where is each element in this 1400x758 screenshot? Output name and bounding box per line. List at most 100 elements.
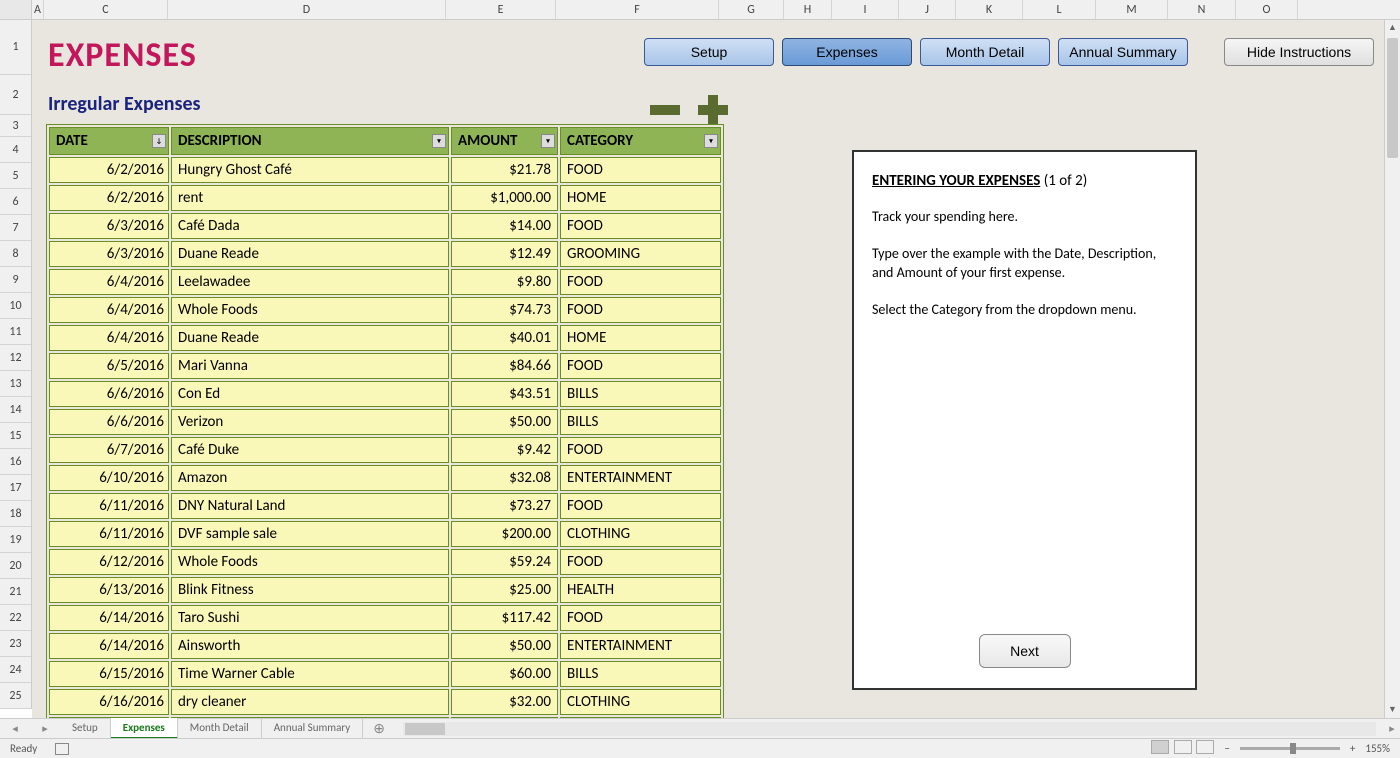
setup-button[interactable]: Setup: [644, 38, 774, 66]
cell-cat[interactable]: FOOD: [560, 605, 721, 631]
cell-cat[interactable]: BILLS: [560, 409, 721, 435]
cell-desc[interactable]: Blink Fitness: [171, 577, 449, 603]
cell-amt[interactable]: $40.01: [451, 325, 558, 351]
page-break-view-icon[interactable]: [1196, 740, 1214, 754]
row-header-8[interactable]: 8: [0, 241, 31, 267]
cell-amt[interactable]: $43.51: [451, 381, 558, 407]
cell-cat[interactable]: CLOTHING: [560, 689, 721, 715]
row-header-5[interactable]: 5: [0, 163, 31, 189]
cell-cat[interactable]: GROOMING: [560, 241, 721, 267]
row-header-23[interactable]: 23: [0, 631, 31, 657]
zoom-out-icon[interactable]: −: [1224, 742, 1229, 755]
column-header-N[interactable]: N: [1168, 0, 1236, 19]
cell-date[interactable]: 6/10/2016: [49, 465, 169, 491]
cell-desc[interactable]: Whole Foods: [171, 549, 449, 575]
sheet-tab-expenses[interactable]: Expenses: [111, 718, 178, 739]
cell-amt[interactable]: $60.00: [451, 661, 558, 687]
zoom-in-icon[interactable]: +: [1350, 742, 1355, 755]
cell-amt[interactable]: $73.27: [451, 493, 558, 519]
sheet-tab-month-detail[interactable]: Month Detail: [178, 718, 262, 739]
row-header-12[interactable]: 12: [0, 345, 31, 371]
header-amount[interactable]: AMOUNT▾: [451, 127, 558, 155]
cell-amt[interactable]: $59.24: [451, 549, 558, 575]
cell-date[interactable]: 6/6/2016: [49, 409, 169, 435]
cell-date[interactable]: 6/4/2016: [49, 325, 169, 351]
next-button[interactable]: Next: [979, 634, 1071, 668]
cell-amt[interactable]: $12.49: [451, 241, 558, 267]
row-header-11[interactable]: 11: [0, 319, 31, 345]
cell-date[interactable]: 6/15/2016: [49, 661, 169, 687]
cell-cat[interactable]: BILLS: [560, 661, 721, 687]
row-header-20[interactable]: 20: [0, 553, 31, 579]
cell-desc[interactable]: Café Dada: [171, 213, 449, 239]
cell-desc[interactable]: Verizon: [171, 409, 449, 435]
cell-cat[interactable]: FOOD: [560, 353, 721, 379]
horizontal-scrollbar[interactable]: [403, 722, 1376, 736]
cell-desc[interactable]: Amazon: [171, 465, 449, 491]
row-header-22[interactable]: 22: [0, 605, 31, 631]
cell-cat[interactable]: CLOTHING: [560, 521, 721, 547]
cell-desc[interactable]: Café Duke: [171, 437, 449, 463]
cell-amt[interactable]: $1,000.00: [451, 185, 558, 211]
cell-desc[interactable]: dry cleaner: [171, 689, 449, 715]
cell-desc[interactable]: Mari Vanna: [171, 353, 449, 379]
cell-cat[interactable]: FOOD: [560, 157, 721, 183]
cell-date[interactable]: 6/13/2016: [49, 577, 169, 603]
cell-amt[interactable]: $50.00: [451, 633, 558, 659]
cell-amt[interactable]: $32.00: [451, 689, 558, 715]
row-header-24[interactable]: 24: [0, 657, 31, 683]
cell-amt[interactable]: $14.00: [451, 213, 558, 239]
column-header-K[interactable]: K: [956, 0, 1023, 19]
column-header-D[interactable]: D: [168, 0, 446, 19]
cell-date[interactable]: 6/5/2016: [49, 353, 169, 379]
filter-date-icon[interactable]: ↓: [152, 134, 166, 148]
row-header-16[interactable]: 16: [0, 449, 31, 475]
tab-nav-arrows[interactable]: ◂▸: [0, 722, 60, 735]
cell-desc[interactable]: Duane Reade: [171, 325, 449, 351]
column-header-A[interactable]: A: [32, 0, 44, 19]
column-header-C[interactable]: C: [44, 0, 168, 19]
cell-desc[interactable]: Taro Sushi: [171, 605, 449, 631]
row-header-14[interactable]: 14: [0, 397, 31, 423]
hscroll-thumb[interactable]: [405, 723, 445, 735]
column-header-E[interactable]: E: [446, 0, 556, 19]
row-header-13[interactable]: 13: [0, 371, 31, 397]
cell-desc[interactable]: Whole Foods: [171, 297, 449, 323]
cell-desc[interactable]: Con Ed: [171, 381, 449, 407]
row-header-9[interactable]: 9: [0, 267, 31, 293]
cell-cat[interactable]: FOOD: [560, 297, 721, 323]
column-header-O[interactable]: O: [1236, 0, 1298, 19]
row-header-25[interactable]: 25: [0, 683, 31, 709]
cell-cat[interactable]: ENTERTAINMENT: [560, 465, 721, 491]
filter-category-icon[interactable]: ▾: [704, 134, 718, 148]
cell-date[interactable]: 6/4/2016: [49, 269, 169, 295]
row-header-6[interactable]: 6: [0, 189, 31, 215]
cell-cat[interactable]: FOOD: [560, 213, 721, 239]
column-header-I[interactable]: I: [832, 0, 899, 19]
header-category[interactable]: CATEGORY▾: [560, 127, 721, 155]
scroll-up-icon[interactable]: ▲: [1385, 20, 1400, 36]
sheet-tab-annual-summary[interactable]: Annual Summary: [262, 718, 364, 739]
cell-desc[interactable]: Ainsworth: [171, 633, 449, 659]
cell-date[interactable]: 6/2/2016: [49, 185, 169, 211]
month-detail-button[interactable]: Month Detail: [920, 38, 1050, 66]
cell-amt[interactable]: $117.42: [451, 605, 558, 631]
row-header-17[interactable]: 17: [0, 475, 31, 501]
cell-cat[interactable]: FOOD: [560, 437, 721, 463]
row-header-2[interactable]: 2: [0, 75, 31, 115]
cell-date[interactable]: 6/16/2016: [49, 689, 169, 715]
cell-amt[interactable]: $32.08: [451, 465, 558, 491]
cell-desc[interactable]: rent: [171, 185, 449, 211]
cell-amt[interactable]: $9.42: [451, 437, 558, 463]
cell-desc[interactable]: Time Warner Cable: [171, 661, 449, 687]
column-header-L[interactable]: L: [1023, 0, 1096, 19]
cell-desc[interactable]: Leelawadee: [171, 269, 449, 295]
row-header-3[interactable]: 3: [0, 115, 31, 137]
row-header-4[interactable]: 4: [0, 137, 31, 163]
zoom-level[interactable]: 155%: [1365, 742, 1390, 755]
cell-desc[interactable]: Duane Reade: [171, 241, 449, 267]
cell-date[interactable]: 6/4/2016: [49, 297, 169, 323]
cell-date[interactable]: 6/3/2016: [49, 213, 169, 239]
scroll-down-icon[interactable]: ▼: [1385, 702, 1400, 718]
cell-amt[interactable]: $21.78: [451, 157, 558, 183]
